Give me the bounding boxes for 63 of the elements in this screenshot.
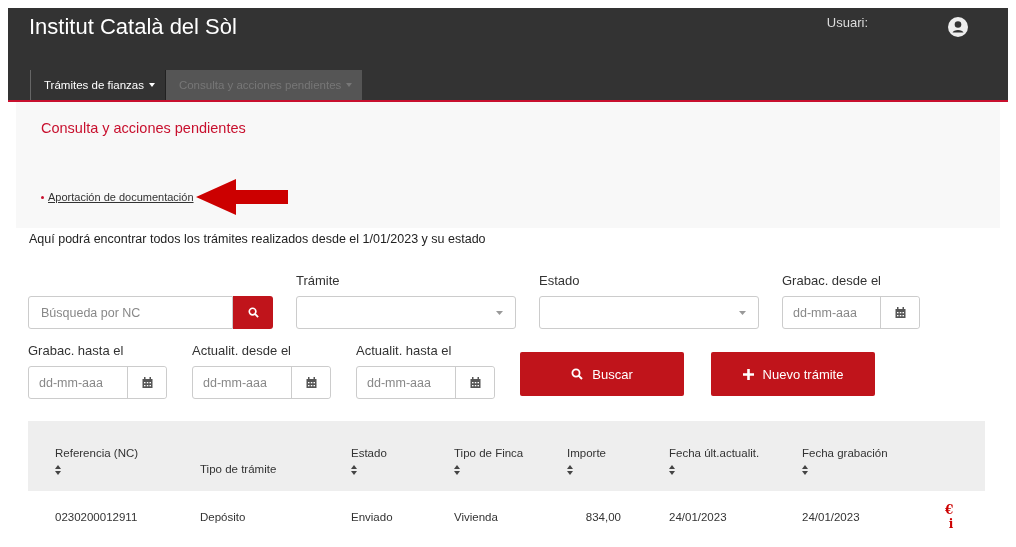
- date-field[interactable]: dd-mm-aaa: [782, 296, 920, 329]
- search-icon: [571, 368, 584, 380]
- column-header[interactable]: Referencia (NC): [55, 447, 139, 459]
- table-cell-text: Vivienda: [454, 511, 499, 523]
- date-field[interactable]: dd-mm-aaa: [356, 366, 495, 399]
- date-input[interactable]: dd-mm-aaa: [357, 367, 455, 398]
- select-field[interactable]: [296, 296, 516, 329]
- panel-heading: Consulta y acciones pendientes: [41, 119, 247, 138]
- arrow-icon: [195, 179, 288, 215]
- sort-icon: [802, 465, 808, 475]
- sort-icon: [567, 465, 573, 475]
- search-icon: [247, 307, 259, 318]
- date-field[interactable]: dd-mm-aaa: [192, 366, 331, 399]
- column-header[interactable]: Tipo de Finca: [454, 447, 524, 459]
- column-header[interactable]: Tipo de trámite: [200, 463, 277, 475]
- bullet-icon: [41, 195, 44, 199]
- select-field[interactable]: [539, 296, 759, 329]
- column-header[interactable]: Fecha grabación: [802, 447, 888, 459]
- column-header[interactable]: Importe: [567, 447, 606, 459]
- search-button[interactable]: Buscar: [520, 352, 684, 396]
- search-field[interactable]: Búsqueda por NC: [28, 296, 233, 329]
- table-cell-text: 834,00: [584, 511, 622, 523]
- column-header[interactable]: Estado: [351, 447, 387, 459]
- sort-icon: [454, 465, 460, 475]
- field-label: Grabac. hasta el: [28, 343, 125, 358]
- caret-icon: [496, 310, 503, 315]
- sort-icon: [351, 465, 357, 475]
- calendar-button[interactable]: [291, 367, 330, 398]
- calendar-icon: [894, 307, 906, 318]
- action-icon[interactable]: €: [945, 503, 954, 517]
- table-cell-text: Depósito: [200, 511, 247, 523]
- sort-icon: [669, 465, 675, 475]
- sort-icon: [55, 465, 61, 475]
- document-link[interactable]: Aportación de documentación: [48, 191, 194, 203]
- new-button[interactable]: Nuevo trámite: [711, 352, 875, 396]
- search-button[interactable]: [233, 296, 273, 329]
- date-input[interactable]: dd-mm-aaa: [783, 297, 880, 328]
- date-field[interactable]: dd-mm-aaa: [28, 366, 167, 399]
- table-cell-text: 0230200012911: [55, 511, 139, 523]
- calendar-icon: [305, 377, 317, 388]
- site-title: Institut Català del Sòl: [29, 14, 238, 40]
- table-cell-text: 24/01/2023: [669, 511, 728, 523]
- user-label: Usuari:: [826, 14, 868, 30]
- plus-icon: [742, 368, 754, 380]
- date-input[interactable]: dd-mm-aaa: [193, 367, 291, 398]
- table-cell-text: Enviado: [351, 511, 394, 523]
- intro-text: Aquí podrá encontrar todos los trámites realizados desde el 1/01/2023 y su estado: [28, 231, 487, 248]
- calendar-icon: [469, 377, 481, 388]
- date-input[interactable]: dd-mm-aaa: [29, 367, 127, 398]
- action-icon[interactable]: i: [948, 517, 954, 531]
- table-cell-text: 24/01/2023: [802, 511, 861, 523]
- field-label: Actualit. hasta el: [356, 343, 453, 358]
- user-avatar-icon: [948, 17, 968, 37]
- field-label: Trámite: [296, 273, 341, 288]
- field-label: Estado: [539, 273, 581, 288]
- calendar-button[interactable]: [455, 367, 494, 398]
- calendar-button[interactable]: [880, 297, 919, 328]
- calendar-button[interactable]: [127, 367, 166, 398]
- calendar-icon: [141, 377, 153, 388]
- field-label: Grabac. desde el: [782, 273, 882, 288]
- caret-icon: [739, 310, 746, 315]
- column-header[interactable]: Fecha últ.actualit.: [669, 447, 760, 459]
- field-label: Actualit. desde el: [192, 343, 292, 358]
